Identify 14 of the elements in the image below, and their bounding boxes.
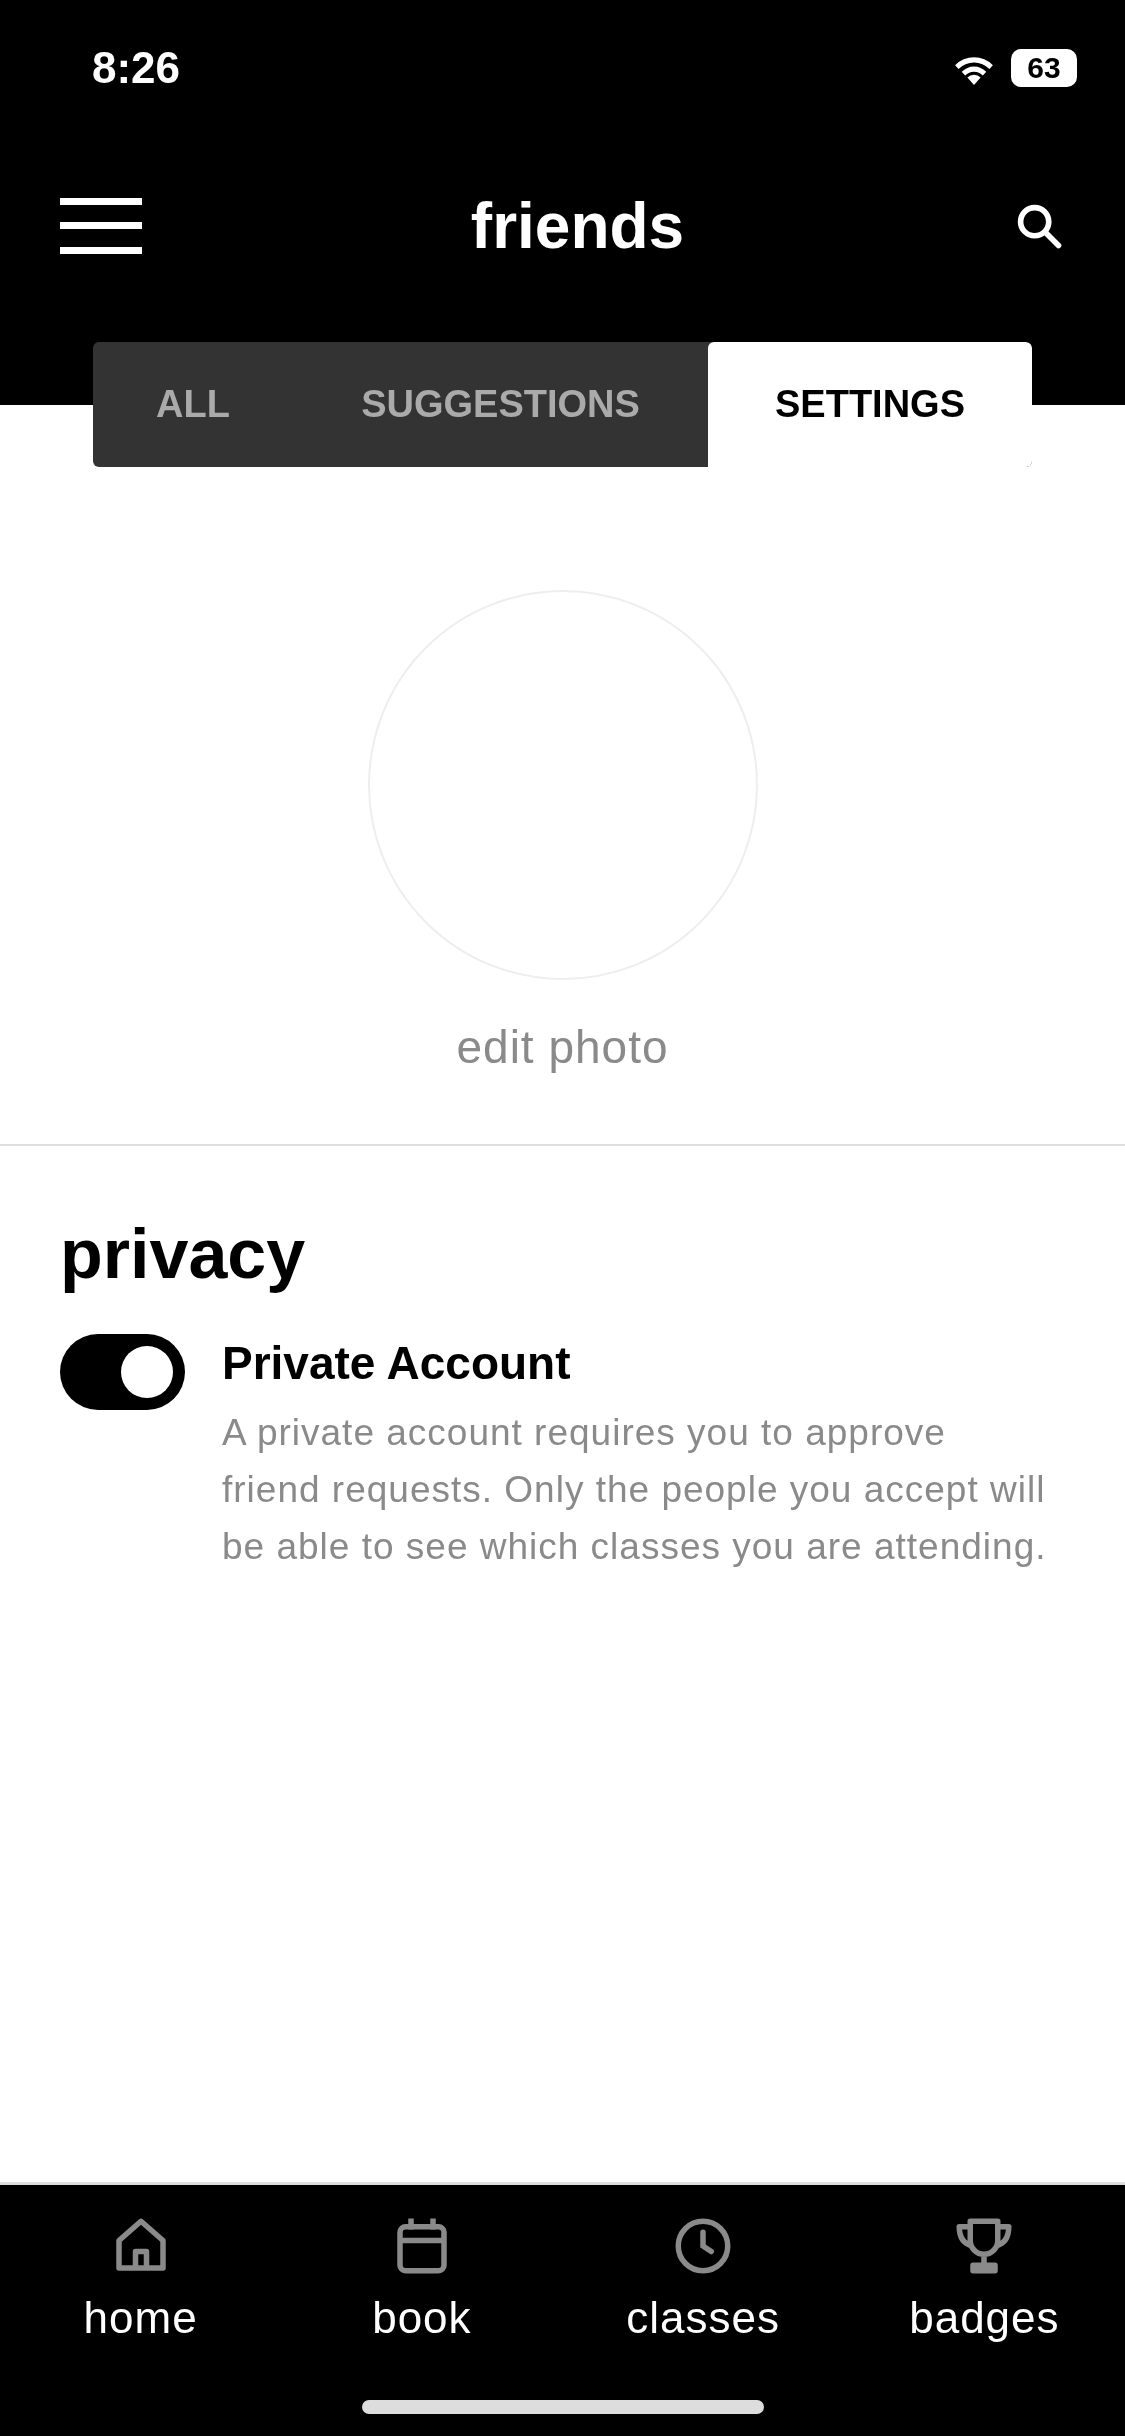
tab[interactable]: SUGGESTIONS — [293, 342, 708, 467]
setting-description: A private account requires you to approve friend requests. Only the people you accept will be able to see which classes you are attending. — [222, 1411, 1048, 1569]
section-heading: privacy — [60, 1214, 307, 1294]
status-time: 8:26 — [92, 43, 181, 93]
nav-item[interactable]: book — [281, 2185, 563, 2436]
tab[interactable]: SETTINGS — [708, 342, 1032, 467]
nav-item[interactable]: home — [0, 2185, 282, 2436]
battery-level: 63 — [1011, 49, 1077, 87]
setting-label: Private Account — [222, 1336, 572, 1390]
tab[interactable]: ALL — [93, 342, 293, 467]
menu-icon[interactable] — [60, 198, 142, 254]
nav-item[interactable]: badges — [843, 2185, 1125, 2436]
page-title: friends — [470, 189, 685, 263]
nav-item[interactable]: classes — [562, 2185, 844, 2436]
